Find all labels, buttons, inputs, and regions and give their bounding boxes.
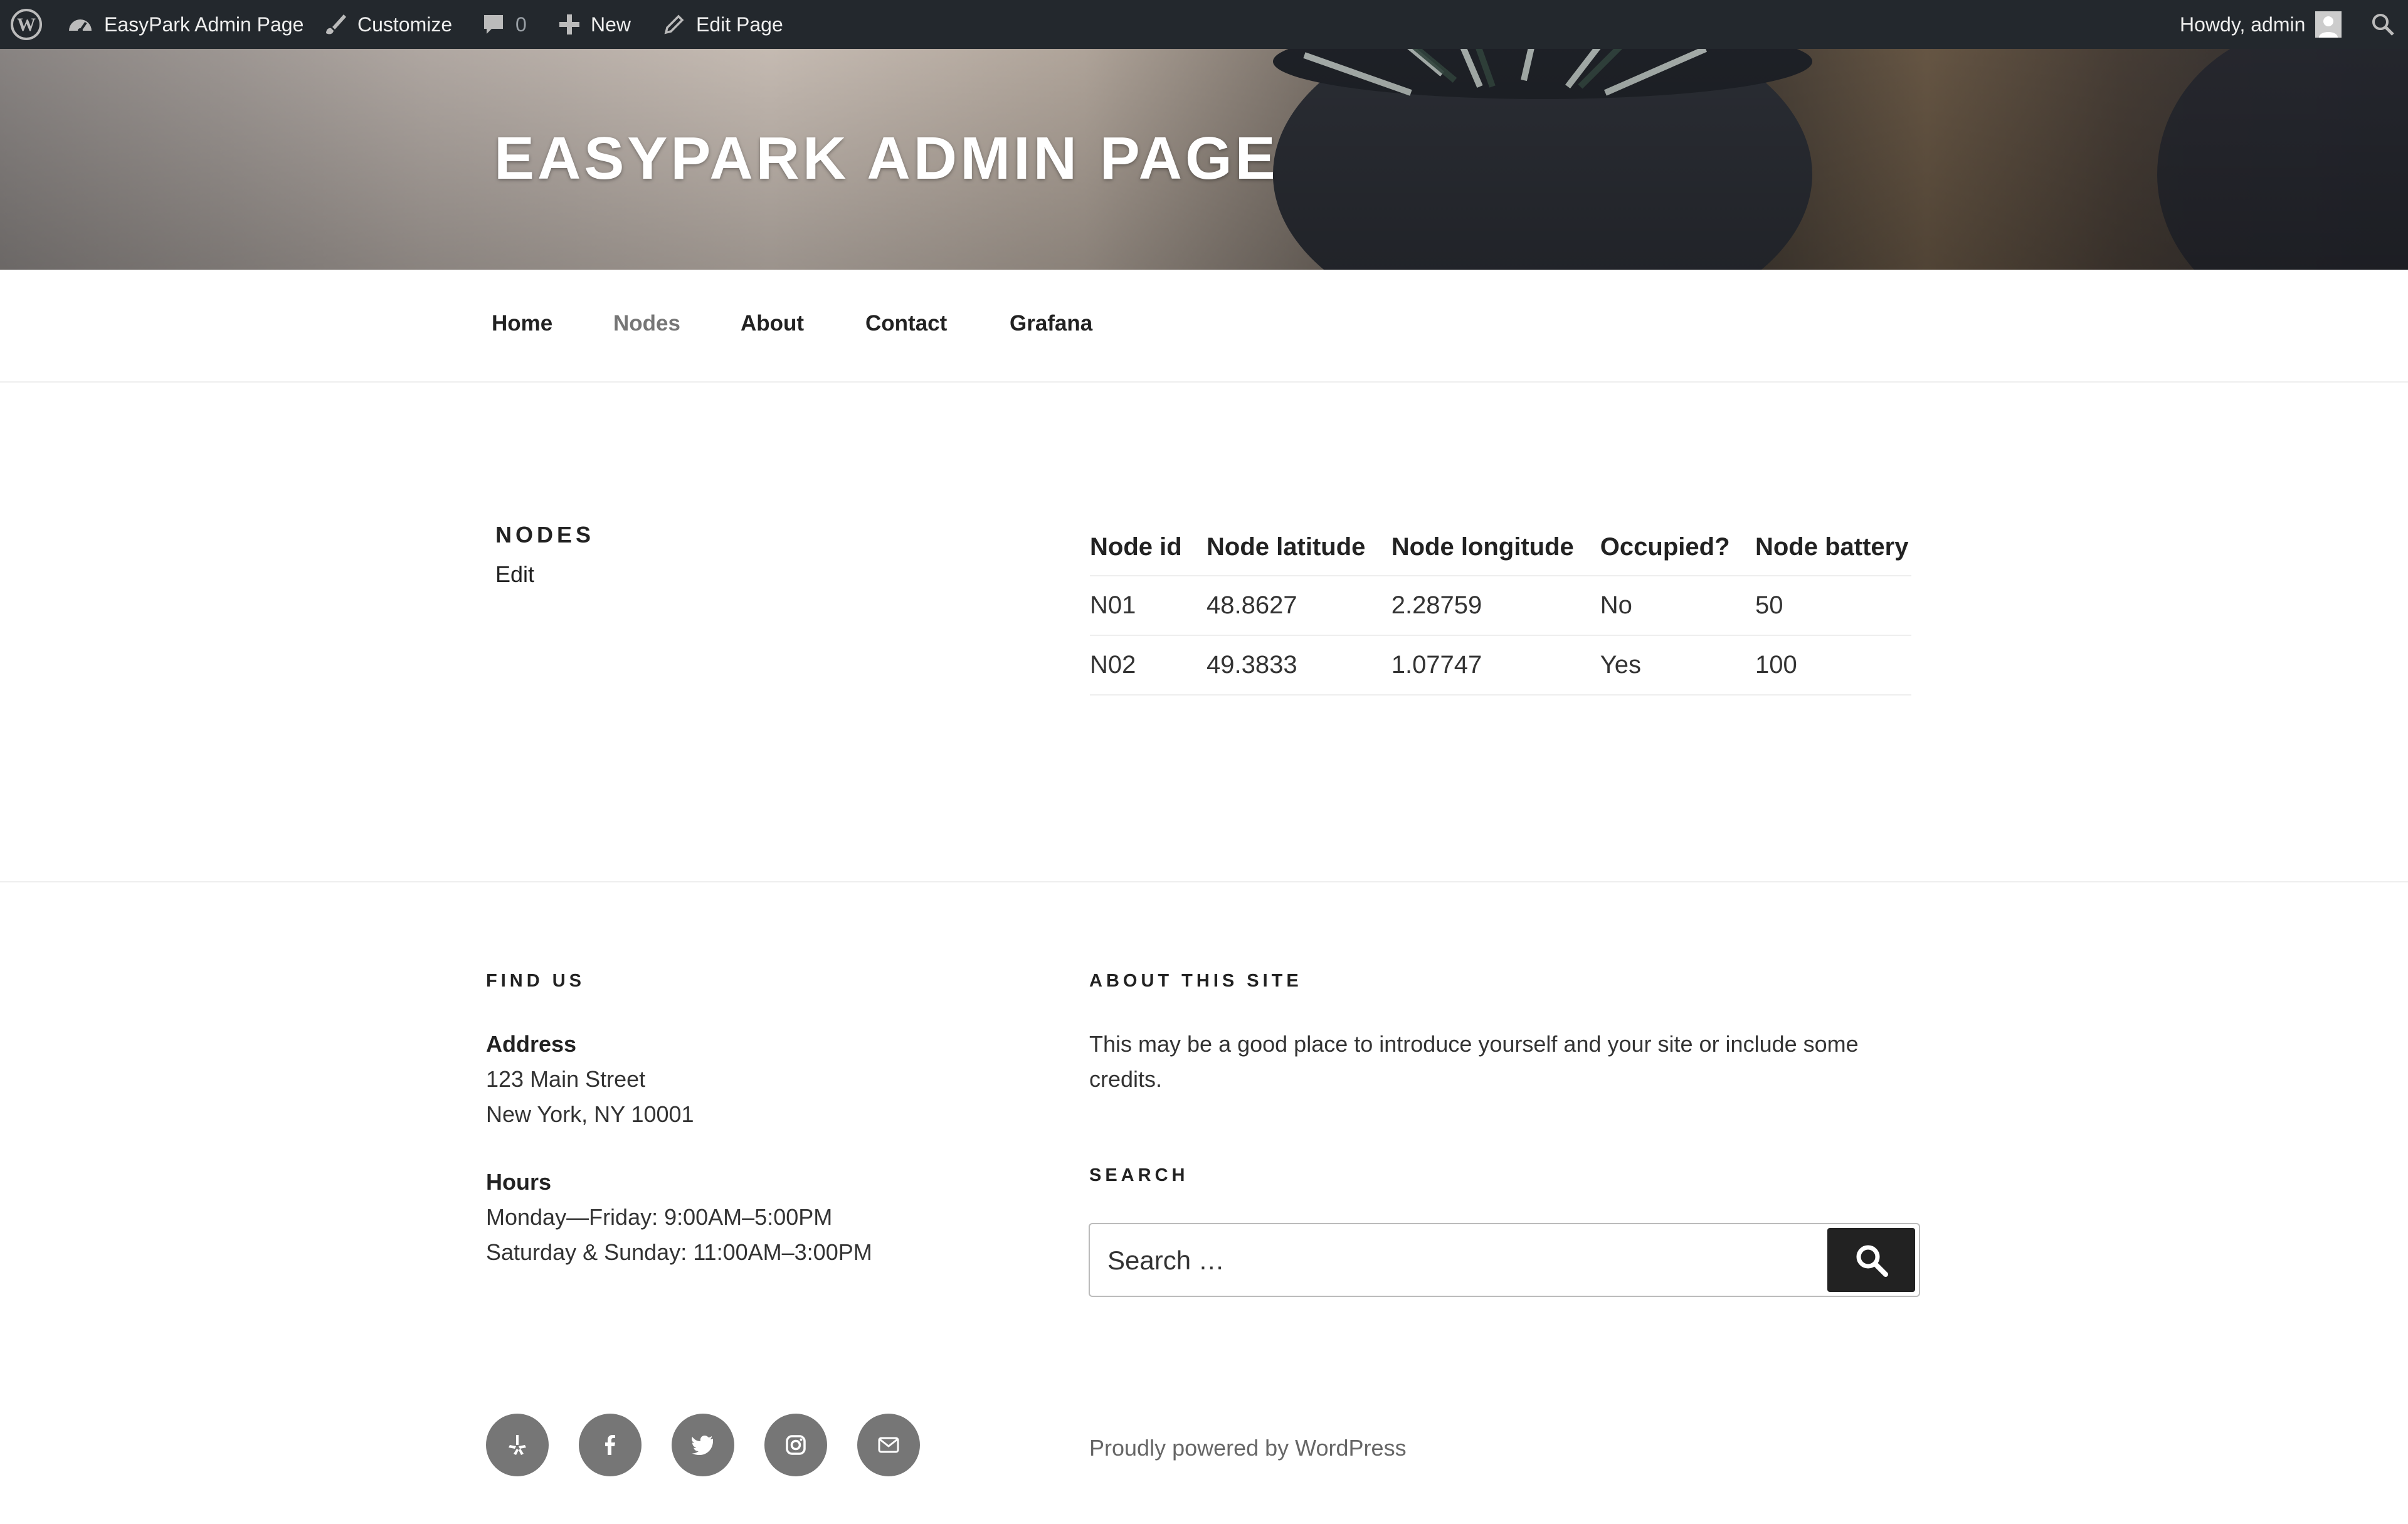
nodes-table: Node id Node latitude Node longitude Occ… — [1090, 527, 1911, 696]
pencil-icon — [662, 13, 686, 36]
comment-bubble-icon — [482, 13, 505, 36]
site-header: EASYPARK ADMIN PAGE — [0, 49, 2408, 270]
table-cell: 48.8627 — [1207, 576, 1391, 636]
yelp-icon[interactable] — [486, 1414, 549, 1476]
site-name-label: EasyPark Admin Page — [104, 13, 304, 36]
column-header: Node id — [1090, 527, 1207, 576]
table-header-row: Node id Node latitude Node longitude Occ… — [1090, 527, 1911, 576]
about-text: credits. — [1089, 1066, 1163, 1092]
column-header: Occupied? — [1600, 527, 1755, 576]
instagram-icon[interactable] — [764, 1414, 827, 1476]
table-cell: 2.28759 — [1391, 576, 1600, 636]
table-cell: 49.3833 — [1207, 635, 1391, 696]
search-button[interactable] — [1827, 1228, 1915, 1292]
site-name-menu[interactable]: EasyPark Admin Page — [66, 0, 304, 49]
dashboard-icon — [66, 12, 94, 37]
about-title: ABOUT THIS SITE — [1089, 971, 1302, 991]
find-us-title: FIND US — [486, 971, 585, 991]
nav-item-home[interactable]: Home — [492, 311, 552, 336]
edit-post-link[interactable]: Edit — [495, 561, 534, 588]
table-row: N01 48.8627 2.28759 No 50 — [1090, 576, 1911, 636]
adminbar-search-icon[interactable] — [2370, 0, 2395, 49]
twitter-icon[interactable] — [672, 1414, 734, 1476]
hours-label: Hours — [486, 1169, 552, 1195]
howdy-label: Howdy, admin — [2180, 13, 2306, 36]
nav-item-grafana[interactable]: Grafana — [1010, 311, 1092, 336]
search-icon — [1853, 1242, 1889, 1278]
main-navigation: Home Nodes About Contact Grafana — [0, 270, 2408, 383]
search-title: SEARCH — [1089, 1165, 1189, 1185]
hours-line: Monday—Friday: 9:00AM–5:00PM — [486, 1204, 833, 1230]
address-line: New York, NY 10001 — [486, 1101, 694, 1127]
customize-label: Customize — [357, 13, 453, 36]
table-cell: No — [1600, 576, 1755, 636]
comments-link[interactable]: 0 — [482, 0, 527, 49]
address-line: 123 Main Street — [486, 1066, 646, 1092]
edit-page-label: Edit Page — [696, 13, 783, 36]
nav-item-nodes[interactable]: Nodes — [613, 311, 680, 336]
new-label: New — [591, 13, 631, 36]
wordpress-logo-icon[interactable]: W — [10, 0, 43, 49]
paintbrush-icon — [322, 12, 347, 37]
powered-by-link[interactable]: Proudly powered by WordPress — [1089, 1435, 1407, 1461]
search-form — [1089, 1223, 1920, 1297]
avatar — [2315, 11, 2342, 38]
edit-page-link[interactable]: Edit Page — [662, 0, 783, 49]
address-label: Address — [486, 1031, 577, 1057]
facebook-icon[interactable] — [579, 1414, 642, 1476]
table-cell: N01 — [1090, 576, 1207, 636]
my-account-menu[interactable]: Howdy, admin — [2180, 0, 2342, 49]
table-cell: 100 — [1755, 635, 1911, 696]
table-cell: 50 — [1755, 576, 1911, 636]
column-header: Node longitude — [1391, 527, 1600, 576]
nav-item-about[interactable]: About — [741, 311, 804, 336]
svg-text:W: W — [17, 14, 36, 35]
site-title[interactable]: EASYPARK ADMIN PAGE — [494, 124, 1279, 193]
column-header: Node battery — [1755, 527, 1911, 576]
table-row: N02 49.3833 1.07747 Yes 100 — [1090, 635, 1911, 696]
comments-count: 0 — [515, 13, 527, 36]
plus-icon — [558, 13, 581, 36]
new-content-menu[interactable]: New — [558, 0, 631, 49]
nav-item-contact[interactable]: Contact — [865, 311, 947, 336]
table-cell: N02 — [1090, 635, 1207, 696]
customize-link[interactable]: Customize — [322, 0, 452, 49]
column-header: Node latitude — [1207, 527, 1391, 576]
email-icon[interactable] — [857, 1414, 920, 1476]
hours-line: Saturday & Sunday: 11:00AM–3:00PM — [486, 1239, 872, 1265]
search-input[interactable] — [1106, 1224, 1798, 1297]
page-title: NODES — [495, 522, 595, 548]
footer-divider — [0, 881, 2408, 882]
table-cell: 1.07747 — [1391, 635, 1600, 696]
admin-bar: W EasyPark Admin Page Customize 0 New Ed… — [0, 0, 2408, 49]
table-cell: Yes — [1600, 635, 1755, 696]
about-text: This may be a good place to introduce yo… — [1089, 1031, 1859, 1057]
